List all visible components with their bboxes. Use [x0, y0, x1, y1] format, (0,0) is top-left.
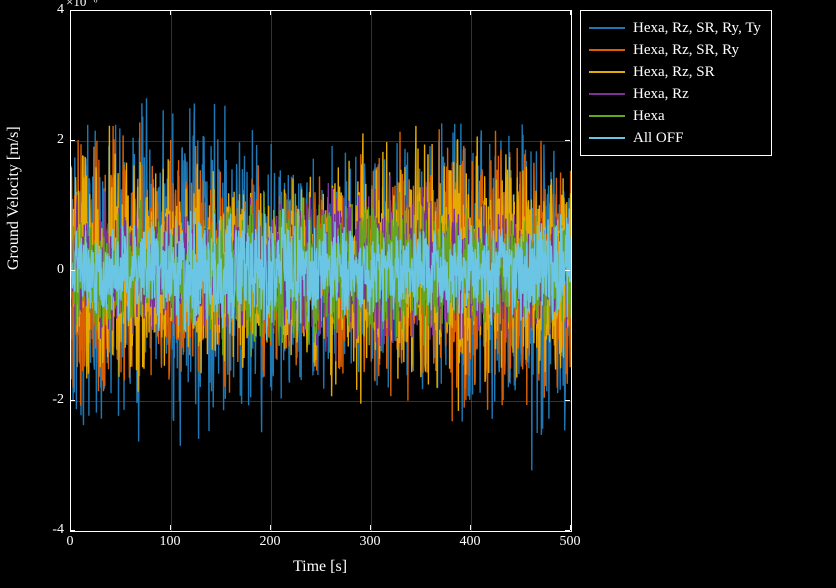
tickmark-y [565, 530, 570, 531]
tickmark-y [70, 270, 75, 271]
tickmark-y [565, 270, 570, 271]
y-tick-label: 0 [57, 262, 64, 278]
tickmark-x [370, 10, 371, 15]
y-tick-label: -2 [52, 392, 64, 408]
legend-item: Hexa, Rz, SR [589, 61, 761, 83]
tickmark-x [570, 10, 571, 15]
y-axis-label: Ground Velocity [m/s] [5, 126, 23, 270]
x-tick-label: 500 [560, 534, 581, 550]
tickmark-x [170, 525, 171, 530]
tickmark-y [565, 10, 570, 11]
legend-item: All OFF [589, 127, 761, 149]
tickmark-x [470, 525, 471, 530]
tickmark-y [70, 10, 75, 11]
tickmark-x [270, 10, 271, 15]
legend-item: Hexa, Rz, SR, Ry, Ty [589, 17, 761, 39]
legend-item: Hexa, Rz [589, 83, 761, 105]
x-tick-label: 100 [160, 534, 181, 550]
x-tick-label: 0 [67, 534, 74, 550]
legend: Hexa, Rz, SR, Ry, Ty Hexa, Rz, SR, Ry Hexa… [580, 10, 772, 156]
x-tick-label: 200 [260, 534, 281, 550]
legend-swatch [589, 71, 625, 74]
legend-item: Hexa [589, 105, 761, 127]
y-exponent: ×10⁻⁶ [66, 0, 98, 10]
legend-label: Hexa, Rz, SR, Ry, Ty [633, 20, 761, 37]
y-tick-label: 2 [57, 132, 64, 148]
legend-swatch [589, 93, 625, 96]
y-tick-label: -4 [52, 522, 64, 538]
legend-swatch [589, 49, 625, 52]
legend-swatch [589, 137, 625, 140]
tickmark-x [270, 525, 271, 530]
legend-item: Hexa, Rz, SR, Ry [589, 39, 761, 61]
legend-label: Hexa [633, 108, 665, 125]
series-svg [71, 11, 571, 531]
tickmark-y [70, 400, 75, 401]
tickmark-y [70, 530, 75, 531]
tickmark-x [470, 10, 471, 15]
tickmark-y [565, 140, 570, 141]
tickmark-x [570, 525, 571, 530]
y-tick-label: 4 [57, 2, 64, 18]
x-tick-label: 400 [460, 534, 481, 550]
legend-label: All OFF [633, 130, 683, 147]
legend-label: Hexa, Rz, SR [633, 64, 715, 81]
tickmark-y [70, 140, 75, 141]
legend-label: Hexa, Rz [633, 86, 689, 103]
tickmark-x [170, 10, 171, 15]
x-axis-label: Time [s] [293, 558, 347, 576]
tickmark-x [370, 525, 371, 530]
legend-swatch [589, 115, 625, 118]
legend-swatch [589, 27, 625, 30]
tickmark-y [565, 400, 570, 401]
legend-label: Hexa, Rz, SR, Ry [633, 42, 739, 59]
x-tick-label: 300 [360, 534, 381, 550]
plot-area [70, 10, 572, 532]
